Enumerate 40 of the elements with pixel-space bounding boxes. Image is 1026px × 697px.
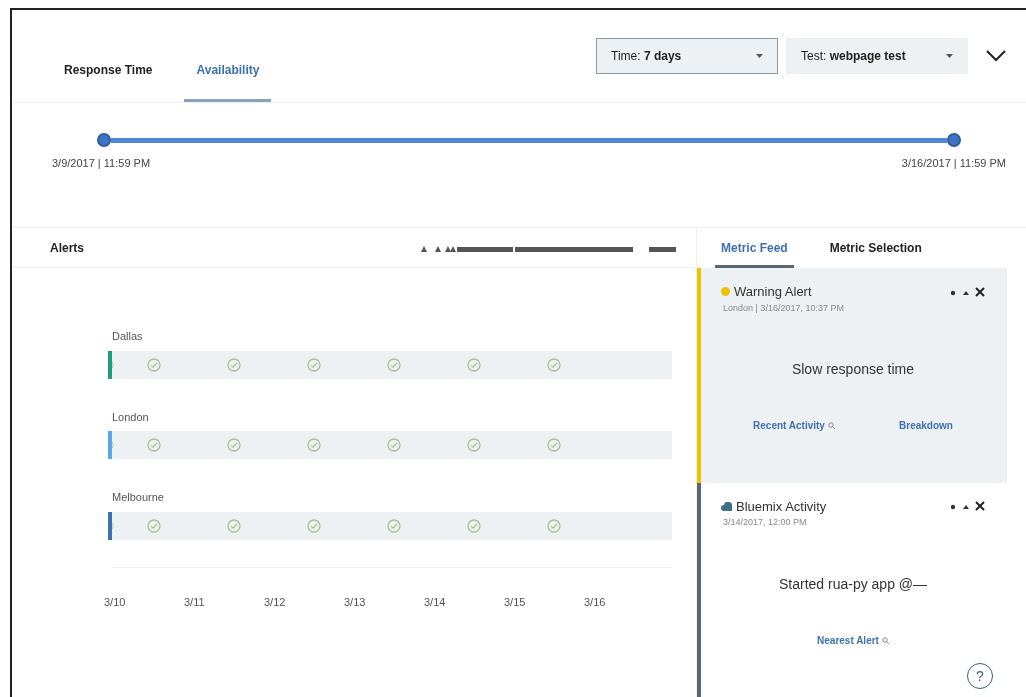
tab[interactable]: Availability	[184, 61, 272, 102]
caret-icon	[756, 54, 763, 58]
close-icon[interactable]	[975, 501, 985, 512]
link[interactable]: Breakdown	[899, 418, 953, 433]
location-label: London	[112, 409, 150, 425]
alert-message: Started rua-py app @—	[777, 574, 929, 594]
axis-label: 3/16	[584, 594, 607, 610]
axis-label: 3/11	[184, 594, 206, 610]
caret-icon	[946, 54, 953, 58]
slider-thumb[interactable]	[97, 133, 111, 147]
status-dot-icon	[721, 287, 730, 297]
search-icon	[827, 422, 835, 429]
alert-message: Slow response time	[790, 360, 916, 379]
axis-label: 3/13	[344, 594, 367, 610]
date-label: 3/16/2017 | 11:59 PM	[901, 156, 1006, 171]
tab[interactable]: Metric Selection	[823, 239, 928, 268]
axis-label: 3/10	[104, 594, 127, 610]
axis-label: 3/15	[504, 594, 527, 610]
link[interactable]: Recent Activity	[753, 418, 835, 433]
card-title: Warning Alert	[734, 283, 812, 301]
filter-dropdown[interactable]: Time: 7 days	[596, 38, 778, 74]
dot-icon[interactable]	[949, 502, 957, 511]
location-label: Dallas	[112, 329, 144, 344]
timestamp: London | 3/16/2017, 10:37 PM	[723, 301, 845, 315]
card-title: Bluemix Activity	[736, 497, 827, 516]
cloud-icon	[721, 501, 732, 511]
link[interactable]: Nearest Alert	[817, 632, 889, 648]
timestamp: 3/14/2017, 12:00 PM	[723, 516, 808, 529]
search-icon	[881, 636, 889, 644]
chevron-down-icon[interactable]	[986, 50, 1006, 62]
tab[interactable]: Response Time	[52, 61, 165, 102]
slider-rail[interactable]	[111, 138, 947, 143]
filter-dropdown[interactable]: Test: webpage test	[786, 38, 968, 74]
close-icon[interactable]	[975, 286, 985, 297]
location-label: Melbourne	[112, 490, 165, 505]
date-label: 3/9/2017 | 11:59 PM	[52, 156, 151, 171]
axis-label: 3/14	[424, 594, 447, 610]
axis-label: 3/12	[264, 594, 287, 610]
slider-thumb[interactable]	[947, 133, 961, 147]
section-title: Alerts	[50, 239, 84, 257]
